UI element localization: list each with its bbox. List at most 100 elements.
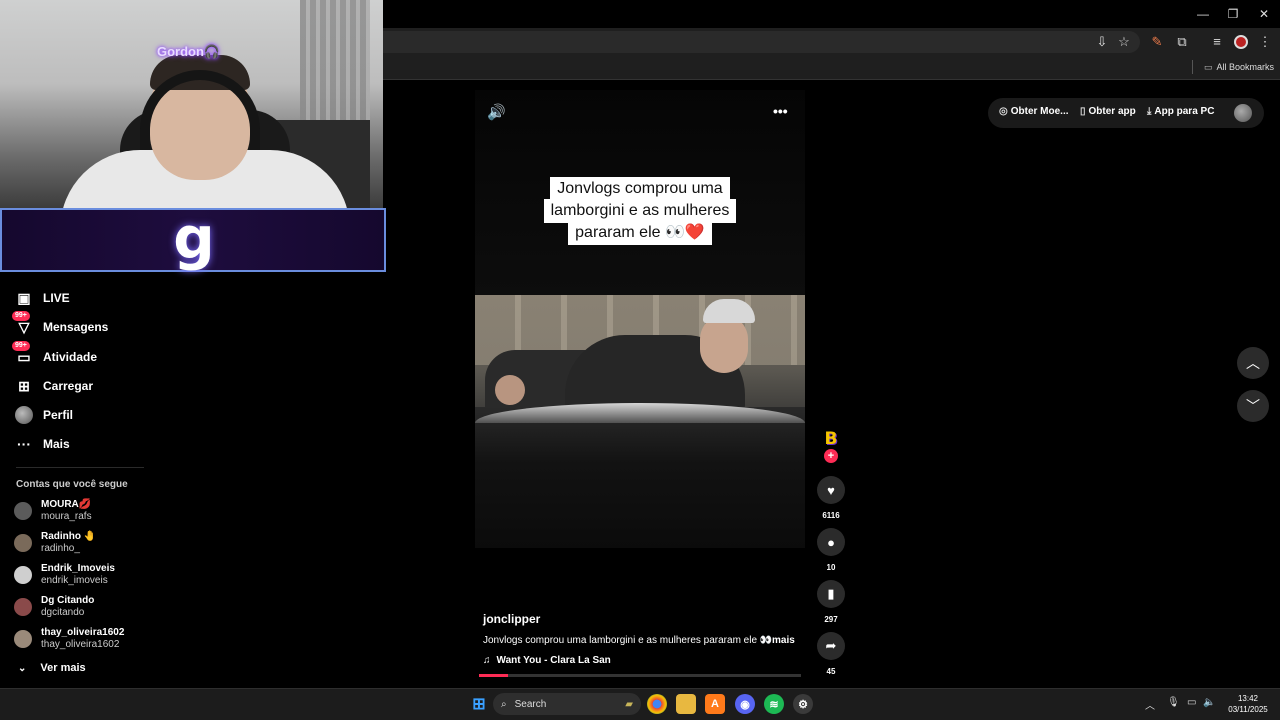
comment-count: 10 bbox=[826, 563, 836, 572]
avatar bbox=[14, 502, 32, 520]
stream-logo: g bbox=[173, 204, 215, 272]
microphone-icon[interactable]: 🎙 bbox=[1167, 697, 1180, 708]
heart-icon: ♥ bbox=[827, 482, 835, 498]
caption-line: lamborgini e as mulheres bbox=[543, 199, 737, 223]
app-orange-icon[interactable]: A bbox=[705, 694, 725, 714]
get-coins-button[interactable]: ◎ Obter Moe... bbox=[999, 106, 1069, 117]
video-frame[interactable] bbox=[475, 295, 805, 548]
file-explorer-icon[interactable] bbox=[676, 694, 696, 714]
video-progress-fill bbox=[479, 674, 508, 677]
tray-chevron-up-icon[interactable]: ︿ bbox=[1145, 697, 1155, 712]
save-button[interactable]: ▮ bbox=[817, 580, 845, 608]
share-button[interactable]: ➦ bbox=[817, 632, 845, 660]
sidebar-item-label: Mensagens bbox=[43, 320, 109, 334]
next-video-button[interactable]: ﹀ bbox=[1237, 390, 1269, 422]
previous-video-button[interactable]: ︿ bbox=[1237, 347, 1269, 379]
sidebar-item-profile[interactable]: Perfil bbox=[14, 404, 73, 426]
chevron-down-icon: ⌄ bbox=[18, 662, 27, 674]
search-icon: ⌕ bbox=[501, 698, 507, 710]
avatar bbox=[14, 534, 32, 552]
bookmark-star-icon[interactable]: ☆ bbox=[1115, 33, 1133, 51]
account-handle: endrik_imoveis bbox=[41, 575, 108, 586]
folder-icon: ▭ bbox=[1204, 62, 1213, 72]
following-account[interactable]: Radinho 🤚 radinho_ bbox=[14, 529, 96, 557]
account-name: thay_oliveira1602 bbox=[41, 627, 125, 638]
install-app-icon[interactable]: ⇩ bbox=[1093, 33, 1111, 51]
video-progress-track[interactable] bbox=[479, 674, 801, 677]
caption-line: Jonvlogs comprou uma bbox=[550, 177, 730, 201]
sidebar-item-label: Perfil bbox=[43, 408, 74, 422]
sidebar-item-label: Atividade bbox=[43, 350, 98, 364]
following-title: Contas que você segue bbox=[16, 479, 128, 490]
coin-icon: ◎ bbox=[999, 106, 1008, 117]
all-bookmarks-button[interactable]: ▭ All Bookmarks bbox=[1204, 60, 1274, 74]
get-app-button[interactable]: ▯ Obter app bbox=[1080, 106, 1136, 117]
profile-icon[interactable] bbox=[1232, 33, 1250, 51]
taskbar-search[interactable]: ⌕ Search ▰ bbox=[493, 693, 641, 715]
description-more-link[interactable]: mais bbox=[772, 635, 795, 646]
following-account[interactable]: MOURA💋 moura_rafs bbox=[14, 497, 92, 525]
chrome-icon[interactable] bbox=[647, 694, 667, 714]
sidebar-item-activity[interactable]: ▭ 99+ Atividade bbox=[12, 341, 98, 368]
discord-icon[interactable]: ◉ bbox=[735, 694, 755, 714]
maximize-button[interactable]: ❐ bbox=[1218, 4, 1248, 24]
sidebar-item-more[interactable]: ··· Mais bbox=[14, 433, 70, 455]
message-icon: ▽ 99+ bbox=[12, 311, 34, 337]
bookmark-icon: ▮ bbox=[827, 586, 835, 601]
music-note-icon: ♫ bbox=[483, 655, 491, 666]
extensions-puzzle-icon[interactable]: ⧉ bbox=[1173, 33, 1191, 51]
follow-plus-button[interactable]: + bbox=[824, 449, 838, 463]
browser-menu-icon[interactable]: ⋮ bbox=[1256, 33, 1274, 51]
pc-app-button[interactable]: ⤓ App para PC bbox=[1147, 106, 1214, 117]
clock-time: 13:42 bbox=[1237, 694, 1259, 703]
video-options-icon[interactable]: ••• bbox=[773, 103, 793, 123]
get-app-label: Obter app bbox=[1088, 106, 1136, 117]
sidebar-item-live[interactable]: ▣ LIVE bbox=[14, 287, 70, 309]
upload-icon: ⊞ bbox=[18, 377, 30, 394]
sidebar-item-messages[interactable]: ▽ 99+ Mensagens bbox=[12, 311, 109, 338]
comment-icon: ● bbox=[827, 534, 835, 550]
creator-avatar[interactable]: B bbox=[820, 428, 842, 450]
chevron-up-icon: ︿ bbox=[1246, 355, 1260, 371]
taskbar-clock[interactable]: 13:42 03/11/2025 bbox=[1222, 693, 1274, 715]
live-icon: ▣ bbox=[17, 289, 31, 306]
speaker-icon[interactable]: 🔈 bbox=[1203, 697, 1215, 708]
following-account[interactable]: Dg Citando dgcitando bbox=[14, 593, 94, 621]
avatar bbox=[14, 598, 32, 616]
video-author[interactable]: jonclipper bbox=[483, 612, 540, 626]
following-account[interactable]: thay_oliveira1602 thay_oliveira1602 bbox=[14, 625, 124, 653]
profile-avatar bbox=[14, 405, 34, 425]
app-settings-icon[interactable]: ⚙ bbox=[793, 694, 813, 714]
video-music[interactable]: ♫ Want You - Clara La San bbox=[483, 655, 611, 666]
activity-icon: ▭ 99+ bbox=[12, 341, 34, 367]
share-count: 45 bbox=[826, 667, 836, 676]
see-more-button[interactable]: ⌄ Ver mais bbox=[18, 662, 86, 674]
extension-pen-icon[interactable]: ✎ bbox=[1148, 33, 1166, 51]
like-count: 6116 bbox=[822, 511, 840, 520]
network-icon[interactable]: ▭ bbox=[1187, 697, 1196, 708]
sidebar-item-label: LIVE bbox=[43, 291, 70, 305]
sidebar-item-upload[interactable]: ⊞ Carregar bbox=[14, 375, 93, 397]
video-scene-cap bbox=[703, 299, 755, 323]
video-scene-woman bbox=[495, 375, 525, 405]
following-account[interactable]: Endrik_Imoveis endrik_imoveis bbox=[14, 561, 115, 589]
streamer-tag: Gordon🎧 bbox=[157, 44, 221, 59]
media-queue-icon[interactable]: ≡ bbox=[1208, 33, 1226, 51]
spotify-icon[interactable]: ≋ bbox=[764, 694, 784, 714]
video-description: Jonvlogs comprou uma lamborgini e as mul… bbox=[483, 635, 773, 646]
comment-button[interactable]: ● bbox=[817, 528, 845, 556]
video-caption-overlay: Jonvlogs comprou uma lamborgini e as mul… bbox=[490, 177, 790, 245]
video-scene-dashboard bbox=[475, 407, 805, 548]
user-avatar[interactable] bbox=[1234, 104, 1252, 122]
sidebar-item-label: Carregar bbox=[43, 379, 94, 393]
close-button[interactable]: ✕ bbox=[1249, 4, 1279, 24]
sidebar-item-label: Mais bbox=[43, 437, 70, 451]
start-menu-icon[interactable]: ⊞ bbox=[469, 694, 489, 714]
account-handle: dgcitando bbox=[41, 607, 85, 618]
like-button[interactable]: ♥ bbox=[817, 476, 845, 504]
account-name: Endrik_Imoveis bbox=[41, 563, 115, 574]
volume-icon[interactable]: 🔊 bbox=[487, 103, 507, 123]
account-handle: thay_oliveira1602 bbox=[41, 639, 120, 650]
pc-app-label: App para PC bbox=[1154, 106, 1215, 117]
minimize-button[interactable]: — bbox=[1188, 4, 1218, 24]
